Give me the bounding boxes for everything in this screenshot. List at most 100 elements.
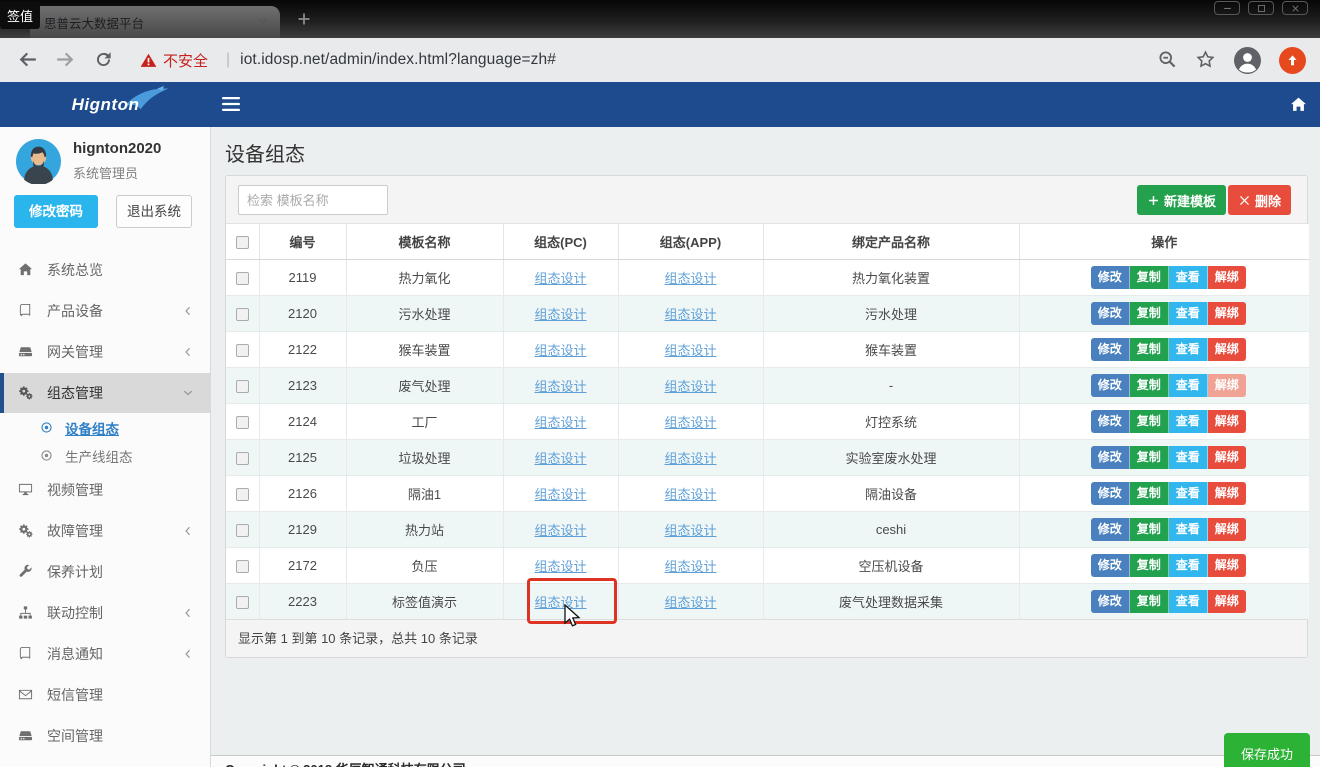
row-checkbox[interactable] [236,416,249,429]
view-button[interactable]: 查看 [1169,446,1208,469]
sidebar-item-3-组态管理[interactable]: 组态管理 [0,373,211,413]
pc-design-link[interactable]: 组态设计 [534,415,586,430]
view-button[interactable]: 查看 [1169,302,1208,325]
row-checkbox[interactable] [236,308,249,321]
app-design-link[interactable]: 组态设计 [664,559,716,574]
minimize-icon[interactable] [1214,1,1240,15]
search-input[interactable] [238,185,388,215]
pc-design-link[interactable]: 组态设计 [534,343,586,358]
view-button[interactable]: 查看 [1169,590,1208,613]
bookmark-star-icon[interactable] [1196,50,1216,70]
unbind-button[interactable]: 解绑 [1208,338,1246,361]
sidebar-item-12-空间管理[interactable]: 空间管理 [0,716,211,756]
row-checkbox[interactable] [236,488,249,501]
select-all-checkbox[interactable] [236,236,249,249]
unbind-button[interactable]: 解绑 [1208,374,1246,397]
extension-icon[interactable] [1279,47,1306,74]
view-button[interactable]: 查看 [1169,374,1208,397]
zoom-out-icon[interactable] [1158,50,1178,70]
pc-design-link[interactable]: 组态设计 [534,307,586,322]
row-checkbox[interactable] [236,272,249,285]
sidebar-item-1-产品设备[interactable]: 产品设备 [0,291,211,331]
copy-button[interactable]: 复制 [1130,338,1169,361]
edit-button[interactable]: 修改 [1091,374,1130,397]
new-tab-icon[interactable] [296,11,314,29]
row-checkbox[interactable] [236,524,249,537]
sidebar-item-7-故障管理[interactable]: 故障管理 [0,511,211,551]
view-button[interactable]: 查看 [1169,266,1208,289]
app-design-link[interactable]: 组态设计 [664,379,716,394]
delete-button[interactable]: 删除 [1228,185,1291,215]
pc-design-link[interactable]: 组态设计 [534,379,586,394]
app-design-link[interactable]: 组态设计 [664,595,716,610]
view-button[interactable]: 查看 [1169,338,1208,361]
maximize-icon[interactable] [1248,1,1274,15]
copy-button[interactable]: 复制 [1130,410,1169,433]
copy-button[interactable]: 复制 [1130,590,1169,613]
edit-button[interactable]: 修改 [1091,266,1130,289]
security-chip[interactable]: 不安全 | [140,50,240,71]
pc-design-link[interactable]: 组态设计 [534,487,586,502]
view-button[interactable]: 查看 [1169,518,1208,541]
unbind-button[interactable]: 解绑 [1208,446,1246,469]
sidebar-item-0-系统总览[interactable]: 系统总览 [0,250,211,290]
reload-icon[interactable] [94,50,114,70]
app-design-link[interactable]: 组态设计 [664,415,716,430]
edit-button[interactable]: 修改 [1091,482,1130,505]
copy-button[interactable]: 复制 [1130,446,1169,469]
back-icon[interactable] [18,50,38,70]
row-checkbox[interactable] [236,596,249,609]
sidebar-item-5-生产线组态[interactable]: 生产线组态 [0,442,211,470]
unbind-button[interactable]: 解绑 [1208,554,1246,577]
change-password-button[interactable]: 修改密码 [14,195,98,228]
app-design-link[interactable]: 组态设计 [664,343,716,358]
edit-button[interactable]: 修改 [1091,410,1130,433]
row-checkbox[interactable] [236,380,249,393]
sidebar-item-9-联动控制[interactable]: 联动控制 [0,593,211,633]
sidebar-item-2-网关管理[interactable]: 网关管理 [0,332,211,372]
logout-button[interactable]: 退出系统 [116,195,192,228]
browser-tab[interactable]: 思普云大数据平台 [30,6,280,38]
copy-button[interactable]: 复制 [1130,482,1169,505]
edit-button[interactable]: 修改 [1091,590,1130,613]
sidebar-item-6-视频管理[interactable]: 视频管理 [0,470,211,510]
unbind-button[interactable]: 解绑 [1208,410,1246,433]
app-design-link[interactable]: 组态设计 [664,523,716,538]
sidebar-item-10-消息通知[interactable]: 消息通知 [0,634,211,674]
app-design-link[interactable]: 组态设计 [664,307,716,322]
view-button[interactable]: 查看 [1169,410,1208,433]
row-checkbox[interactable] [236,560,249,573]
home-icon[interactable] [1290,96,1307,113]
edit-button[interactable]: 修改 [1091,446,1130,469]
view-button[interactable]: 查看 [1169,554,1208,577]
unbind-button[interactable]: 解绑 [1208,266,1246,289]
sidebar-item-8-保养计划[interactable]: 保养计划 [0,552,211,592]
edit-button[interactable]: 修改 [1091,338,1130,361]
copy-button[interactable]: 复制 [1130,266,1169,289]
pc-design-link[interactable]: 组态设计 [534,451,586,466]
unbind-button[interactable]: 解绑 [1208,518,1246,541]
row-checkbox[interactable] [236,344,249,357]
pc-design-link[interactable]: 组态设计 [534,271,586,286]
forward-icon[interactable] [56,50,76,70]
url-text[interactable]: iot.idosp.net/admin/index.html?language=… [240,51,556,69]
unbind-button[interactable]: 解绑 [1208,302,1246,325]
copy-button[interactable]: 复制 [1130,374,1169,397]
edit-button[interactable]: 修改 [1091,518,1130,541]
app-design-link[interactable]: 组态设计 [664,451,716,466]
pc-design-link[interactable]: 组态设计 [534,559,586,574]
edit-button[interactable]: 修改 [1091,554,1130,577]
tab-close-icon[interactable] [254,14,270,30]
row-checkbox[interactable] [236,452,249,465]
unbind-button[interactable]: 解绑 [1208,590,1246,613]
copy-button[interactable]: 复制 [1130,302,1169,325]
browser-profile-icon[interactable] [1234,47,1261,74]
pc-design-link[interactable]: 组态设计 [534,523,586,538]
copy-button[interactable]: 复制 [1130,554,1169,577]
sidebar-item-4-设备组态[interactable]: 设备组态 [0,414,211,442]
sidebar-item-11-短信管理[interactable]: 短信管理 [0,675,211,715]
app-design-link[interactable]: 组态设计 [664,271,716,286]
unbind-button[interactable]: 解绑 [1208,482,1246,505]
new-template-button[interactable]: 新建模板 [1137,185,1226,215]
app-design-link[interactable]: 组态设计 [664,487,716,502]
